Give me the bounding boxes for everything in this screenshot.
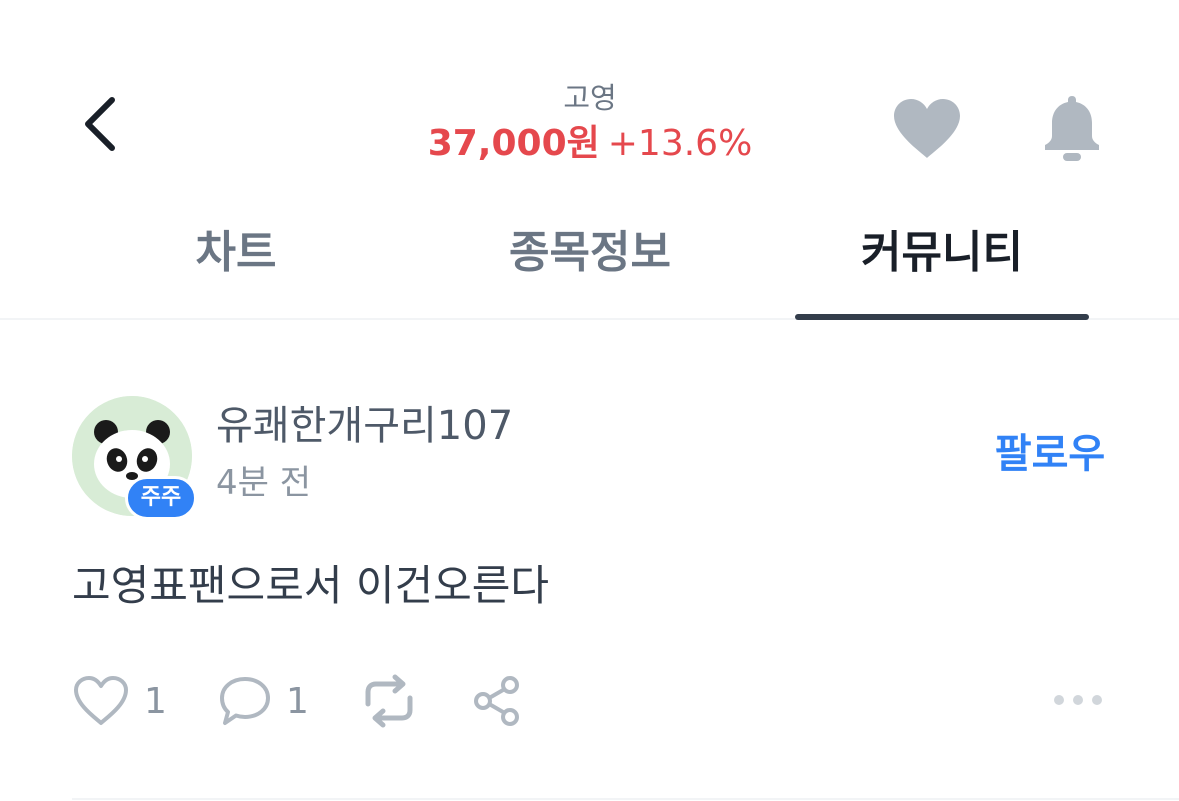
post-time: 4분 전 — [216, 463, 311, 503]
like-count: 1 — [144, 680, 167, 722]
repost-icon — [365, 674, 413, 728]
active-tab-indicator — [795, 314, 1089, 320]
follow-button[interactable]: 팔로우 — [980, 424, 1120, 484]
more-options-button[interactable] — [1048, 682, 1108, 718]
comment-button[interactable]: 1 — [218, 672, 309, 730]
stock-price: 37,000원 — [427, 123, 600, 164]
comment-icon — [220, 677, 270, 725]
price-row: 37,000원 +13.6% — [340, 118, 840, 170]
repost-button[interactable] — [358, 672, 420, 730]
heart-outline-icon — [74, 676, 128, 725]
tab-community[interactable]: 커뮤니티 — [782, 218, 1102, 288]
stock-header: 고영 37,000원 +13.6% — [340, 78, 840, 170]
favorite-button[interactable] — [888, 94, 966, 164]
author-name[interactable]: 유쾌한개구리107 — [216, 398, 513, 454]
comment-count: 1 — [286, 680, 309, 722]
share-icon — [474, 676, 519, 726]
bell-icon — [1045, 96, 1099, 161]
tab-chart[interactable]: 차트 — [76, 218, 396, 288]
like-button[interactable]: 1 — [72, 672, 167, 730]
stock-name: 고영 — [563, 81, 617, 115]
back-button[interactable] — [70, 88, 130, 160]
more-dots-icon — [1054, 695, 1102, 705]
price-alert-button[interactable] — [1036, 92, 1108, 166]
post-body: 고영표팬으로서 이건오른다 — [72, 561, 550, 610]
heart-icon — [894, 99, 960, 158]
shareholder-badge: 주주 — [125, 476, 197, 520]
price-change: +13.6% — [607, 123, 753, 164]
chevron-left-icon — [85, 97, 115, 151]
post-divider — [72, 798, 1179, 800]
tab-stock-info[interactable]: 종목정보 — [430, 218, 750, 288]
share-button[interactable] — [470, 672, 524, 730]
